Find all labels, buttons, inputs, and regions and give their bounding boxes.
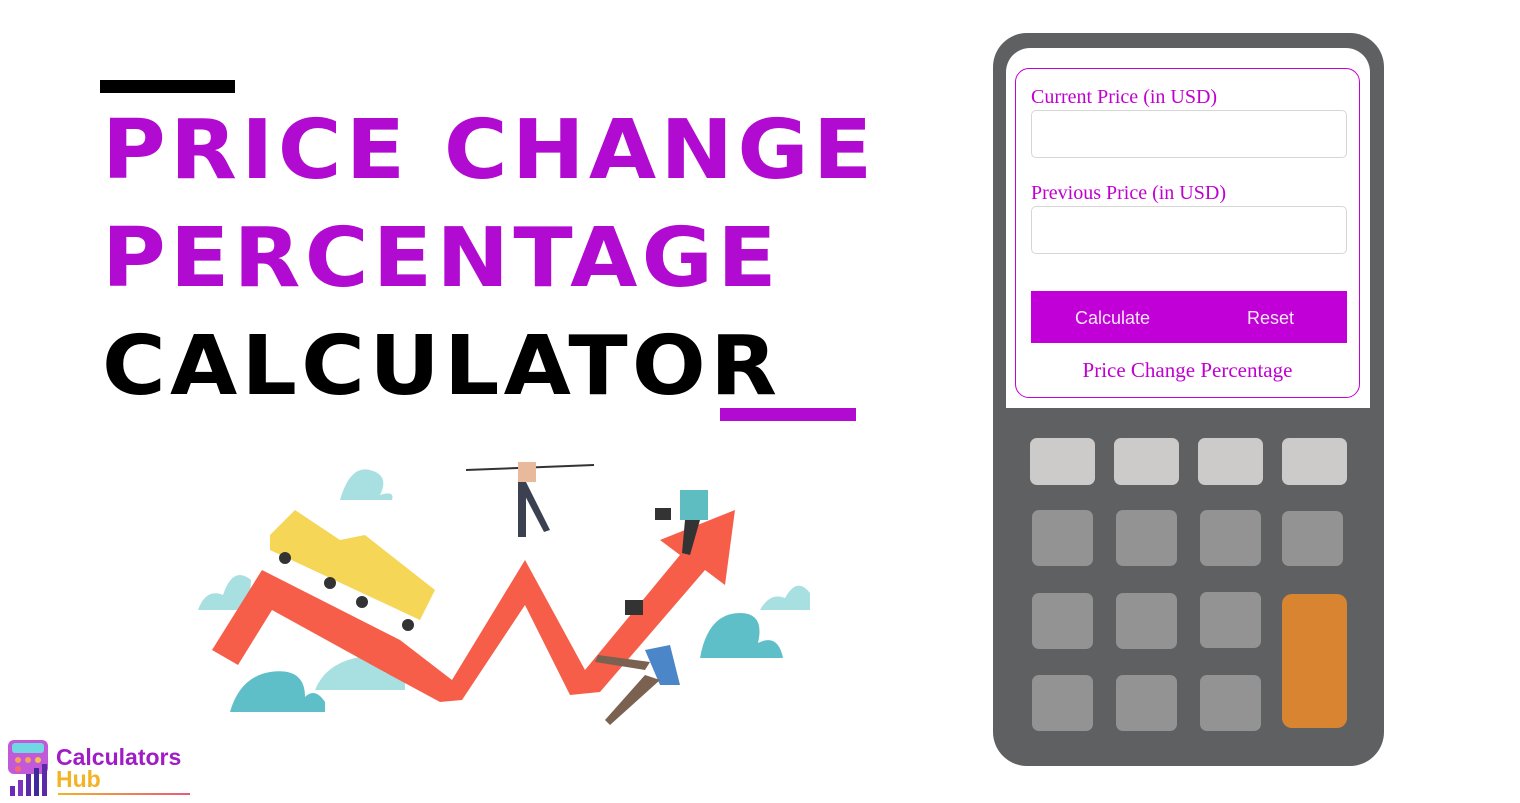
keypad-key [1032, 675, 1093, 731]
keypad-key [1282, 511, 1343, 566]
result-label: Price Change Percentage [1082, 358, 1293, 382]
keypad-key [1030, 438, 1095, 485]
cloud-icon [700, 613, 783, 658]
decorative-underline-bar [720, 408, 856, 421]
current-price-label: Current Price (in USD) [1031, 86, 1218, 108]
keypad-key [1198, 438, 1263, 485]
calculate-button[interactable]: Calculate [1069, 291, 1156, 343]
keypad-key [1200, 592, 1261, 648]
chart-arrow-illustration [198, 462, 810, 725]
keypad-key [1116, 593, 1177, 649]
cloud-icon [230, 671, 325, 712]
keypad-key [1200, 675, 1261, 731]
decorative-top-bar [100, 80, 235, 93]
page-title-line-1: PRICE CHANGE [102, 103, 877, 198]
calculator-bars-logo-icon [8, 740, 48, 796]
keypad-key [1282, 438, 1347, 485]
current-price-input[interactable] [1031, 110, 1347, 158]
keypad-key [1032, 593, 1093, 649]
brand-name-line2: Hub [56, 766, 101, 792]
reset-button[interactable]: Reset [1241, 291, 1300, 343]
keypad-key [1116, 510, 1177, 566]
button-bar: Calculate Reset [1031, 291, 1347, 343]
brand-underline [58, 793, 190, 795]
cloud-icon [340, 469, 393, 500]
keypad-key [1032, 510, 1093, 566]
previous-price-input[interactable] [1031, 206, 1347, 254]
previous-price-label: Previous Price (in USD) [1031, 182, 1226, 204]
cloud-icon [760, 585, 810, 610]
keypad-equals-key [1282, 594, 1347, 728]
page-title-line-3: CALCULATOR [102, 319, 782, 414]
keypad-key [1114, 438, 1179, 485]
page-title-line-2: PERCENTAGE [102, 211, 781, 306]
keypad-key [1200, 510, 1261, 566]
businessman-balancing-icon [465, 462, 595, 537]
keypad-key [1116, 675, 1177, 731]
